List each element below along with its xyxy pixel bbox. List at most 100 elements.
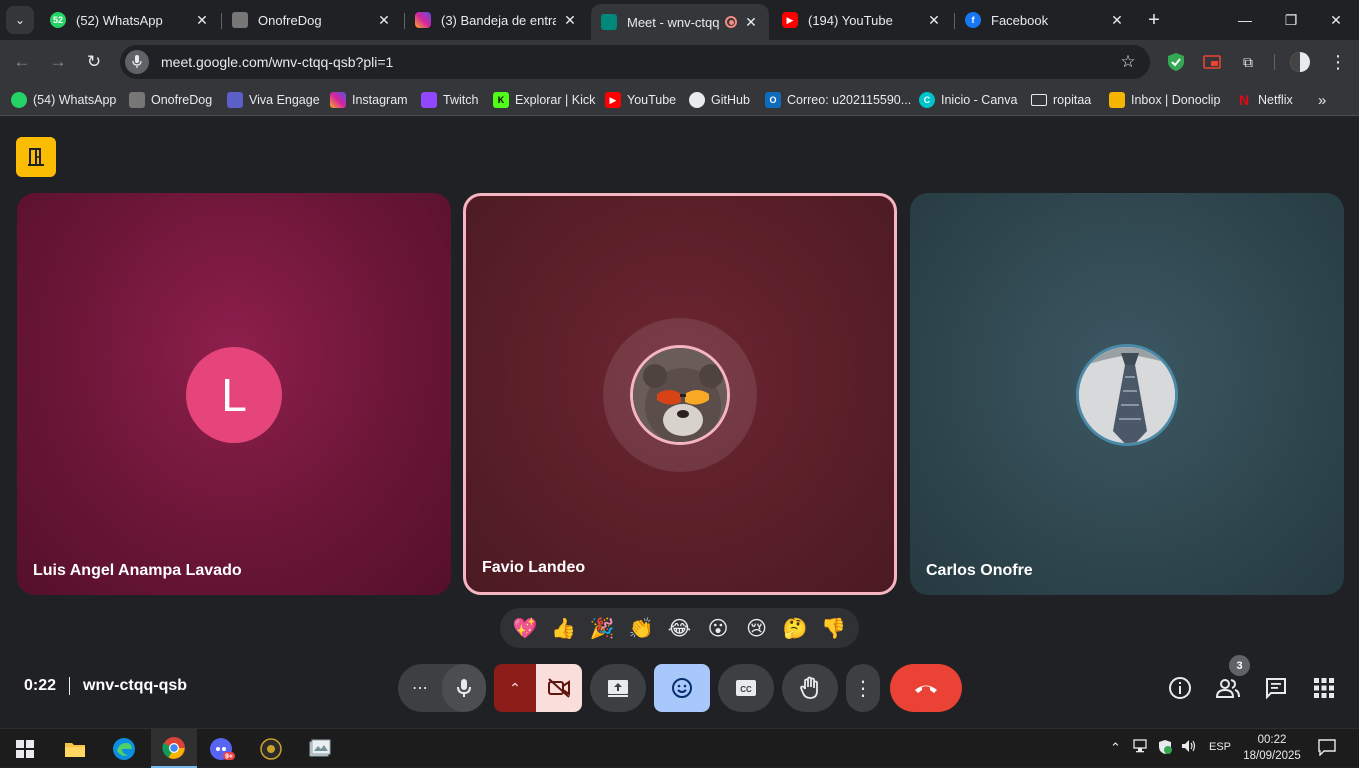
sad-emoji[interactable]: 😢 <box>742 613 772 643</box>
laughing-emoji[interactable]: 😂 <box>664 613 694 643</box>
donoclip-icon <box>1109 92 1125 108</box>
present-screen-button[interactable] <box>590 664 646 712</box>
tab-search-button[interactable]: ⌄ <box>6 6 34 34</box>
network-icon[interactable] <box>1133 739 1149 756</box>
bookmark-star-icon[interactable]: ☆ <box>1116 52 1140 72</box>
participant-tile-luis[interactable]: L Luis Angel Anampa Lavado <box>17 193 451 595</box>
leave-call-button[interactable] <box>890 664 962 712</box>
input-language[interactable]: ESP <box>1209 741 1231 753</box>
bookmark-github[interactable]: GitHub <box>689 91 750 109</box>
system-clock[interactable]: 00:22 18/09/2025 <box>1240 732 1304 764</box>
present-screen-icon <box>608 680 628 697</box>
bookmark-folder-ropitaa[interactable]: ropitaa <box>1031 91 1091 109</box>
breakout-room-button[interactable] <box>16 137 56 177</box>
twitch-icon <box>421 92 437 108</box>
close-icon[interactable]: ✕ <box>743 14 759 31</box>
more-options-button[interactable]: ⋮ <box>846 664 880 712</box>
captions-button[interactable]: CC <box>718 664 774 712</box>
camera-options-button[interactable]: ⌃ <box>494 664 536 712</box>
notifications-button[interactable] <box>1318 738 1336 759</box>
microphone-button[interactable] <box>442 664 486 712</box>
new-tab-button[interactable]: + <box>1132 0 1176 40</box>
chevron-down-icon: ⌄ <box>14 13 26 27</box>
taskbar-file-explorer[interactable] <box>52 729 98 768</box>
cast-extension-icon[interactable] <box>1202 52 1222 72</box>
address-bar[interactable]: meet.google.com/wnv-ctqq-qsb?pli=1 ☆ <box>120 45 1150 79</box>
tab-onofredog[interactable]: OnofreDog ✕ <box>222 6 402 34</box>
party-popper-emoji[interactable]: 🎉 <box>587 613 617 643</box>
participant-tile-favio[interactable]: Favio Landeo <box>463 193 897 595</box>
clock-date: 18/09/2025 <box>1243 750 1301 762</box>
bookmark-outlook[interactable]: O Correo: u202115590... <box>765 91 911 109</box>
chevron-up-icon: ⌃ <box>1110 740 1121 755</box>
bookmark-netflix[interactable]: N Netflix <box>1236 91 1293 109</box>
tab-youtube[interactable]: ▶ (194) YouTube ✕ <box>772 6 952 34</box>
audio-settings-button[interactable]: ⋯ <box>398 678 442 698</box>
activities-button[interactable] <box>1310 674 1338 702</box>
emoji-reactions-button[interactable] <box>654 664 710 712</box>
thumbs-down-emoji[interactable]: 👎 <box>819 613 849 643</box>
back-button[interactable]: ← <box>8 48 36 76</box>
tab-meet[interactable]: Meet - wnv-ctqq ✕ <box>591 4 769 40</box>
close-window-button[interactable]: ✕ <box>1313 0 1359 40</box>
show-hidden-icons-button[interactable]: ⌃ <box>1110 740 1121 756</box>
close-icon[interactable]: ✕ <box>194 12 210 29</box>
bookmark-instagram[interactable]: Instagram <box>330 91 408 109</box>
clapping-emoji[interactable]: 👏 <box>626 613 656 643</box>
instagram-icon <box>415 12 431 28</box>
tab-facebook[interactable]: f Facebook ✕ <box>955 6 1135 34</box>
bookmark-kick[interactable]: K Explorar | Kick <box>493 91 595 109</box>
close-icon[interactable]: ✕ <box>376 12 392 29</box>
taskbar-chrome[interactable] <box>151 729 197 768</box>
bookmark-donoclip[interactable]: Inbox | Donoclip <box>1109 91 1220 109</box>
minimize-icon: — <box>1238 12 1252 28</box>
security-tray-icon[interactable] <box>1157 739 1173 758</box>
taskbar-photos[interactable] <box>297 729 343 768</box>
chat-button[interactable] <box>1262 674 1290 702</box>
site-info-icon[interactable] <box>125 50 149 74</box>
bookmark-onofredog[interactable]: OnofreDog <box>129 91 212 109</box>
close-icon[interactable]: ✕ <box>926 12 942 29</box>
thinking-emoji[interactable]: 🤔 <box>780 613 810 643</box>
viva-engage-icon <box>227 92 243 108</box>
facebook-icon: f <box>965 12 981 28</box>
participant-tile-carlos[interactable]: Carlos Onofre <box>910 193 1344 595</box>
tab-instagram[interactable]: (3) Bandeja de entrada ✕ <box>405 6 588 34</box>
bookmark-youtube[interactable]: ▶ YouTube <box>605 91 676 109</box>
extensions-puzzle-icon[interactable]: ⧉ <box>1238 52 1258 72</box>
taskbar-edge[interactable] <box>101 729 147 768</box>
tab-whatsapp[interactable]: 52 (52) WhatsApp ✕ <box>40 6 220 34</box>
netflix-icon: N <box>1238 92 1250 108</box>
participant-count-badge: 3 <box>1229 655 1250 676</box>
close-icon[interactable]: ✕ <box>1109 12 1125 29</box>
taskbar-discord[interactable]: 9+ <box>199 729 245 768</box>
profile-avatar[interactable] <box>1290 52 1310 72</box>
reload-button[interactable]: ↻ <box>80 48 108 76</box>
participant-name: Luis Angel Anampa Lavado <box>33 562 242 579</box>
raise-hand-button[interactable] <box>782 664 838 712</box>
url-text[interactable]: meet.google.com/wnv-ctqq-qsb?pli=1 <box>161 54 1116 70</box>
volume-icon[interactable] <box>1181 739 1197 756</box>
close-icon[interactable]: ✕ <box>562 12 578 29</box>
camera-toggle-button[interactable] <box>536 664 582 712</box>
onofredog-icon <box>232 12 248 28</box>
bookmark-whatsapp[interactable]: (54) WhatsApp <box>11 91 116 109</box>
minimize-button[interactable]: — <box>1222 0 1268 40</box>
people-button[interactable] <box>1214 674 1242 702</box>
surprised-emoji[interactable]: 😮 <box>703 613 733 643</box>
more-bookmarks-button[interactable]: » <box>1318 91 1326 109</box>
onofredog-icon <box>129 92 145 108</box>
bookmark-viva-engage[interactable]: Viva Engage <box>227 91 320 109</box>
restore-button[interactable]: ❐ <box>1268 0 1314 40</box>
start-button[interactable] <box>2 729 48 768</box>
chrome-menu-icon[interactable]: ⋮ <box>1328 52 1348 72</box>
meeting-details-button[interactable] <box>1166 674 1194 702</box>
bookmark-canva[interactable]: C Inicio - Canva <box>919 91 1017 109</box>
bookmark-twitch[interactable]: Twitch <box>421 91 478 109</box>
shield-extension-icon[interactable] <box>1166 52 1186 72</box>
thumbs-up-emoji[interactable]: 👍 <box>549 613 579 643</box>
necktie-avatar-icon <box>1079 347 1175 443</box>
sparkling-heart-emoji[interactable]: 💖 <box>510 613 540 643</box>
forward-button[interactable]: → <box>44 48 72 76</box>
taskbar-app-dark[interactable] <box>248 729 294 768</box>
